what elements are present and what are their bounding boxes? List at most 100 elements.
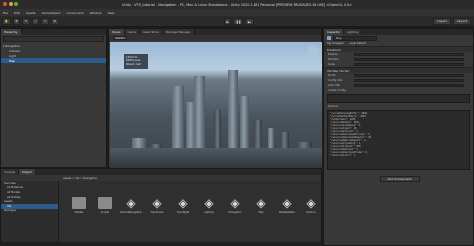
hierarchy-panel: Hierarchy ▾ Navigation Camera Light Map [0, 28, 107, 168]
layers-dropdown[interactable]: Layers [433, 17, 451, 25]
tab-hierarchy[interactable]: Hierarchy [1, 29, 22, 35]
unity-scene-icon: ◈ [282, 196, 292, 210]
pause-icon[interactable]: ❚❚ [233, 18, 244, 25]
inspector-panel: Inspector Lighting Map Tag Untagged Laye… [323, 28, 474, 246]
tab-console[interactable]: Console [1, 169, 20, 175]
scene-panel: Scene Game Asset Store Package Manager S… [108, 28, 322, 168]
project-panel: Console Project Assets > Vts > Navigatio… [0, 168, 322, 246]
unity-scene-icon: ◈ [152, 196, 162, 210]
layer-dropdown[interactable]: Layer Default [350, 42, 366, 45]
hierarchy-item-label: Camera [9, 48, 20, 53]
scale-icon[interactable]: ⤢ [31, 17, 40, 25]
window-controls [3, 2, 20, 6]
unity-scene-icon: ◈ [178, 196, 188, 210]
field-label: Position [328, 53, 339, 56]
layout-dropdown[interactable]: Layout [453, 17, 471, 25]
close-window-icon[interactable] [3, 2, 7, 6]
asset-grid: Prefabs Scripts ◈ CameraNavigation ◈ Fly… [60, 181, 323, 246]
minimize-window-icon[interactable] [8, 2, 13, 6]
breadcrumb[interactable]: Assets > Vts > Navigation [63, 177, 97, 180]
tab-package-manager[interactable]: Package Manager [162, 29, 195, 35]
field-label: Script [328, 74, 336, 77]
field-label: Auth URL [328, 84, 341, 87]
field-label: Scale [328, 63, 335, 66]
script-reference-input[interactable] [354, 73, 464, 78]
field-label: Options [328, 105, 339, 108]
asset-label: Options [306, 211, 316, 214]
object-name-field[interactable]: Map [333, 35, 377, 41]
menu-help[interactable]: Help [108, 11, 115, 15]
tree-item-label: Packages [4, 209, 17, 213]
status-bar [0, 242, 322, 246]
window-title: Unity - VTS_tutorial - Navigation - PC, … [122, 2, 352, 7]
create-config-textarea[interactable] [327, 94, 470, 103]
add-component-row: Add Component [324, 176, 473, 182]
hand-icon[interactable]: ✋ [2, 17, 11, 25]
config-line: "resourcesLimit": 1, [330, 154, 357, 157]
unity-scene-icon: ◈ [306, 196, 316, 210]
tab-game[interactable]: Game [124, 29, 140, 35]
tab-lighting[interactable]: Lighting [344, 29, 363, 35]
rect-icon[interactable]: ▭ [41, 17, 50, 25]
unity-scene-icon: ◈ [256, 196, 266, 210]
orientation-gizmo[interactable] [308, 45, 318, 55]
menu-gameobject[interactable]: GameObject [42, 11, 61, 15]
map-stats-overlay: 1450 km 5595 Lines Street: cam [124, 54, 148, 69]
menubar: File Edit Assets GameObject Component Wi… [0, 9, 474, 16]
asset-item[interactable]: ◈ Options [296, 197, 326, 214]
tab-scene[interactable]: Scene [109, 29, 125, 35]
step-icon[interactable]: ▶| [245, 18, 254, 25]
play-icon[interactable]: ▶ [224, 18, 232, 25]
unity-scene-icon: ◈ [230, 196, 240, 210]
field-label: Create Config [328, 89, 346, 92]
hierarchy-item-label: Light [9, 53, 16, 58]
add-component-button[interactable]: Add Component [379, 176, 420, 182]
shading-mode-dropdown[interactable]: Shaded [113, 36, 127, 40]
vector-input[interactable] [354, 62, 464, 67]
tab-project[interactable]: Project [19, 169, 36, 175]
shading-mode-label: Shaded [115, 36, 125, 40]
vector-input[interactable] [354, 57, 464, 62]
hierarchy-item-map[interactable]: Map [1, 58, 106, 63]
move-icon[interactable]: ✥ [12, 17, 21, 25]
layers-label: Layers [437, 19, 447, 23]
field-label: Config URL [328, 79, 343, 82]
unity-scene-icon: ◈ [204, 196, 214, 210]
scene-viewport[interactable]: 1450 km 5595 Lines Street: cam [110, 42, 322, 168]
options-label: Options [324, 104, 473, 109]
ground-plane [110, 148, 322, 168]
menu-file[interactable]: File [3, 11, 8, 15]
rotate-icon[interactable]: ⟳ [22, 17, 30, 25]
hierarchy-tabbar: Hierarchy [1, 29, 106, 35]
menu-assets[interactable]: Assets [26, 11, 36, 15]
field-label: Rotation [328, 58, 339, 61]
tree-item-label: Vts [7, 204, 12, 208]
gameobject-icon [327, 36, 331, 40]
maximize-window-icon[interactable] [14, 2, 18, 6]
layout-label: Layout [456, 19, 468, 23]
tree-item-label: Assets [4, 200, 13, 204]
project-folder-tree: Favorites All Materials All Models All P… [1, 181, 59, 246]
auth-url-input[interactable] [354, 83, 464, 88]
tag-dropdown[interactable]: Tag Untagged [327, 42, 344, 45]
folder-icon [72, 197, 86, 209]
window-titlebar: Unity - VTS_tutorial - Navigation - PC, … [0, 0, 474, 9]
hierarchy-item-label: Map [9, 58, 15, 63]
tree-item-label: All Materials [7, 186, 23, 190]
hierarchy-search-input[interactable] [3, 36, 104, 42]
menu-window[interactable]: Window [90, 11, 102, 15]
tree-item-label: All Prefabs [7, 195, 21, 199]
hierarchy-item-label: Navigation [5, 43, 21, 48]
options-textarea[interactable]: "currentDisplayBuffer": 6848, "currentRe… [327, 110, 470, 170]
folder-icon [98, 197, 112, 209]
tree-item-label: All Models [7, 190, 21, 194]
vector-input[interactable] [354, 52, 464, 57]
tab-inspector[interactable]: Inspector [324, 29, 345, 35]
tab-asset-store[interactable]: Asset Store [139, 29, 163, 35]
tree-item-packages[interactable]: Packages [1, 209, 58, 214]
menu-component[interactable]: Component [66, 11, 83, 15]
config-url-input[interactable] [354, 78, 464, 83]
transform-icon[interactable]: ⊕ [51, 17, 59, 25]
unity-scene-icon: ◈ [126, 196, 136, 210]
menu-edit[interactable]: Edit [14, 11, 20, 15]
